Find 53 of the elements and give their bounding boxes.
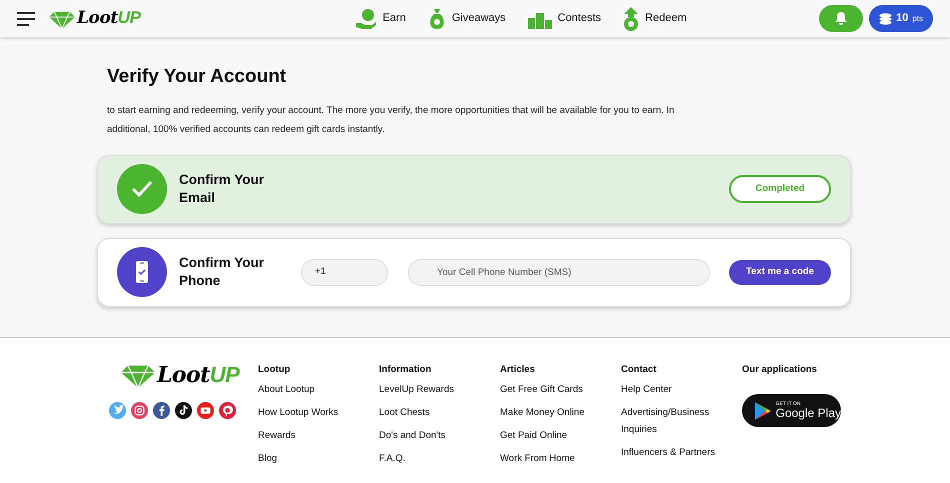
footer-link[interactable]: How Lootup Works bbox=[258, 404, 368, 421]
logo[interactable]: LootUP bbox=[121, 358, 258, 392]
footer-link[interactable]: About Lootup bbox=[258, 381, 368, 398]
coins-icon bbox=[879, 12, 892, 24]
notifications-button[interactable] bbox=[819, 5, 864, 32]
footer-link[interactable]: Influencers & Partners bbox=[621, 444, 731, 461]
nav-link[interactable]: Redeem bbox=[623, 6, 687, 30]
instagram-icon[interactable] bbox=[131, 402, 148, 419]
page-title: Verify Your Account bbox=[107, 65, 288, 89]
footer-link[interactable]: Blog bbox=[258, 450, 368, 467]
logo-text: LootUP bbox=[157, 361, 240, 390]
footer-heading: Articles bbox=[500, 363, 536, 377]
footer-link[interactable]: Help Center bbox=[621, 381, 731, 398]
country-code-field[interactable]: +1 bbox=[301, 258, 388, 286]
pinterest-icon[interactable] bbox=[219, 402, 236, 419]
footer-link[interactable]: Do's and Don'ts bbox=[379, 427, 489, 444]
play-store-icon bbox=[754, 400, 772, 420]
youtube-icon[interactable] bbox=[197, 402, 214, 419]
twitter-icon[interactable] bbox=[109, 402, 126, 419]
checkmark-icon bbox=[131, 180, 153, 198]
footer-link[interactable]: Work From Home bbox=[500, 450, 610, 467]
step-title: Confirm Your Email bbox=[179, 171, 266, 207]
footer-link[interactable]: Rewards bbox=[258, 427, 368, 444]
footer-link[interactable]: Loot Chests bbox=[379, 404, 489, 421]
nav-link[interactable]: Earn bbox=[354, 8, 406, 30]
nav-link[interactable]: Giveaways bbox=[428, 8, 506, 30]
points-button[interactable]: 10 pts bbox=[869, 5, 933, 32]
footer-heading: Contact bbox=[621, 363, 658, 377]
text-code-button[interactable]: Text me a code bbox=[729, 260, 831, 284]
coin-arrow-icon bbox=[623, 6, 640, 30]
footer-link[interactable]: Make Money Online bbox=[500, 404, 610, 421]
tiktok-icon[interactable] bbox=[175, 402, 192, 419]
logo-text: LootUP bbox=[77, 7, 141, 30]
footer-heading: Our applications bbox=[742, 363, 818, 377]
facebook-icon[interactable] bbox=[153, 402, 170, 419]
footer-heading: Lootup bbox=[258, 363, 292, 377]
bell-icon bbox=[835, 12, 848, 25]
footer-link[interactable]: F.A.Q. bbox=[379, 450, 489, 467]
footer-link[interactable]: Get Free Gift Cards bbox=[500, 381, 610, 398]
logo[interactable]: LootUP bbox=[49, 5, 141, 32]
phone-check-icon bbox=[135, 260, 149, 284]
footer-link[interactable]: LevelUp Rewards bbox=[379, 381, 489, 398]
footer-link[interactable]: Get Paid Online bbox=[500, 427, 610, 444]
phone-number-field[interactable]: Your Cell Phone Number (SMS) bbox=[408, 258, 710, 286]
hand-coin-icon bbox=[354, 8, 377, 30]
badge-title: Google Play bbox=[776, 407, 841, 419]
money-bag-icon bbox=[428, 8, 446, 30]
menu-icon[interactable] bbox=[17, 12, 35, 26]
nav-link[interactable]: Contests bbox=[528, 8, 602, 28]
footer-heading: Information bbox=[379, 363, 432, 377]
footer-link[interactable]: Advertising/Business Inquiries bbox=[621, 404, 731, 438]
intro-text: to start earning and redeeming, verify your account. The more you verify, the more opportunities that will be available for you to earn. In additional, 100% verified accounts can redeem gift cards instantly. bbox=[107, 104, 676, 136]
step-title: Confirm Your Phone bbox=[179, 254, 266, 290]
